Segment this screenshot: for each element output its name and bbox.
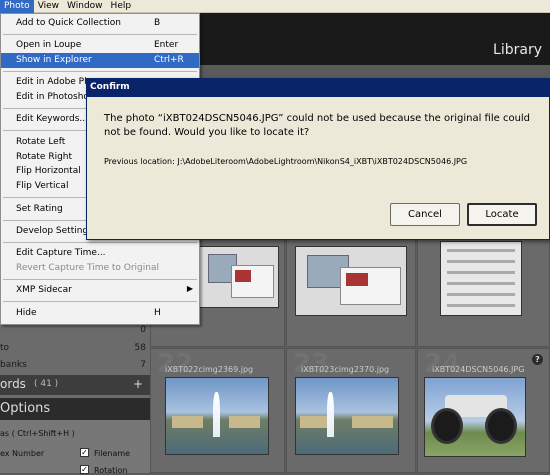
collection-count: 58: [134, 343, 146, 353]
grid-cell[interactable]: [417, 235, 550, 347]
cell-index: 23: [293, 349, 330, 379]
options-title: Options: [0, 401, 51, 416]
menu-item-open-in-loupe[interactable]: Open in Loupe Enter: [1, 38, 199, 53]
thumbnail-image[interactable]: [295, 377, 399, 455]
menu-item-shortcut: Ctrl+R: [154, 55, 184, 65]
menu-item-label: Edit Capture Time...: [16, 248, 106, 258]
cell-index: 24: [424, 349, 461, 379]
keywords-count: ( 41 ): [34, 379, 59, 389]
cell-filename: iXBT022cimg2369.jpg: [165, 365, 254, 374]
rotation-label: Rotation: [94, 466, 128, 475]
menu-item-label: Rotate Left: [16, 137, 66, 147]
thumbnail-image[interactable]: [165, 377, 269, 455]
menu-item-label: Edit Keywords...: [16, 114, 88, 124]
thumbnail-image[interactable]: [440, 241, 522, 316]
menu-item-label: Show in Explorer: [16, 55, 92, 65]
dialog-title-bar[interactable]: Confirm: [87, 79, 549, 97]
thumbnail-image[interactable]: [199, 246, 279, 308]
grid-cell-23[interactable]: 23 iXBT023cimg2370.jpg: [286, 348, 416, 473]
menu-item-label: Edit in Adobe Ph: [16, 77, 90, 87]
menu-item-label: Set Rating: [16, 204, 63, 214]
menu-item-edit-capture-time[interactable]: Edit Capture Time...: [1, 246, 199, 261]
menu-item-label: Rotate Right: [16, 152, 73, 162]
module-banner: Library: [200, 13, 550, 65]
submenu-arrow-icon: ▶: [186, 284, 193, 293]
collection-label: banks: [0, 360, 27, 370]
thumbnail-image[interactable]: [424, 377, 526, 457]
collection-row[interactable]: to 58: [0, 340, 150, 356]
menu-item-xmp-sidecar[interactable]: XMP Sidecar ▶: [1, 283, 199, 298]
menu-separator: [3, 34, 197, 35]
menu-window[interactable]: Window: [63, 0, 107, 13]
menu-separator: [3, 279, 197, 280]
previous-location: Previous location: J:\AdobeLiteroom\Adob…: [104, 157, 468, 166]
index-number-label: ex Number: [0, 449, 45, 458]
keywords-header[interactable]: ords ( 41 ) +: [0, 375, 150, 395]
thumbnail-grid: 22 iXBT022cimg2369.jpg 23 iXBT023cimg237…: [150, 235, 550, 473]
dialog-title: Confirm: [90, 82, 130, 92]
menu-item-label: Open in Loupe: [16, 40, 82, 50]
cell-filename: iXBT023cimg2370.jpg: [301, 365, 390, 374]
menu-item-label: Revert Capture Time to Original: [16, 263, 159, 273]
options-header[interactable]: Options: [0, 398, 150, 420]
grid-cell-24[interactable]: 24 iXBT024DSCN5046.JPG ?: [417, 348, 550, 473]
menu-item-label: Flip Vertical: [16, 181, 69, 191]
menu-item-add-to-quick-collection[interactable]: Add to Quick Collection B: [1, 16, 199, 31]
grid-cell[interactable]: [286, 235, 416, 347]
menu-separator: [3, 71, 197, 72]
cancel-button[interactable]: Cancel: [390, 203, 460, 226]
menu-photo[interactable]: Photo: [0, 0, 34, 13]
menu-item-label: Hide: [16, 308, 37, 318]
menu-item-hide[interactable]: Hide H: [1, 306, 199, 321]
collection-label: to: [0, 343, 10, 353]
menu-item-label: XMP Sidecar: [16, 285, 72, 295]
add-keyword-button[interactable]: +: [130, 377, 146, 391]
info-icon[interactable]: ?: [532, 354, 543, 365]
menu-bar: Photo View Window Help: [0, 0, 550, 13]
grid-cell-22[interactable]: 22 iXBT022cimg2369.jpg: [150, 348, 285, 473]
filename-checkbox[interactable]: ✓: [80, 448, 89, 457]
menu-item-label: Add to Quick Collection: [16, 18, 122, 28]
menu-item-shortcut: H: [154, 308, 161, 318]
menu-item-label: Develop Settings: [16, 226, 93, 236]
menu-item-shortcut: B: [154, 18, 161, 28]
cell-index: 22: [157, 349, 194, 379]
menu-item-revert-capture-time: Revert Capture Time to Original: [1, 261, 199, 276]
options-shortcut-hint: as ( Ctrl+Shift+H ): [0, 429, 75, 438]
dialog-message: The photo “iXBT024DSCN5046.JPG” could no…: [104, 113, 531, 138]
module-title[interactable]: Library: [493, 42, 542, 58]
filename-label: Filename: [94, 449, 131, 458]
menu-item-label: Flip Horizontal: [16, 166, 81, 176]
menu-separator: [3, 301, 197, 302]
locate-button[interactable]: Locate: [467, 203, 537, 226]
menu-item-label: Edit in Photoshop: [16, 92, 95, 102]
menu-view[interactable]: View: [34, 0, 63, 13]
menu-item-show-in-explorer[interactable]: Show in Explorer Ctrl+R: [1, 53, 199, 68]
menu-separator: [3, 242, 197, 243]
collection-row[interactable]: banks 7: [0, 357, 150, 373]
options-body: as ( Ctrl+Shift+H ) ex Number ✓ Filename…: [0, 420, 150, 475]
collection-count: 0: [140, 325, 146, 335]
thumbnail-image[interactable]: [295, 246, 407, 316]
keywords-title: ords: [0, 377, 26, 391]
collection-count: 7: [140, 360, 146, 370]
menu-item-shortcut: Enter: [154, 40, 179, 50]
cell-filename: iXBT024DSCN5046.JPG: [432, 365, 525, 374]
confirm-dialog: Confirm The photo “iXBT024DSCN5046.JPG” …: [86, 78, 550, 240]
menu-help[interactable]: Help: [107, 0, 136, 13]
